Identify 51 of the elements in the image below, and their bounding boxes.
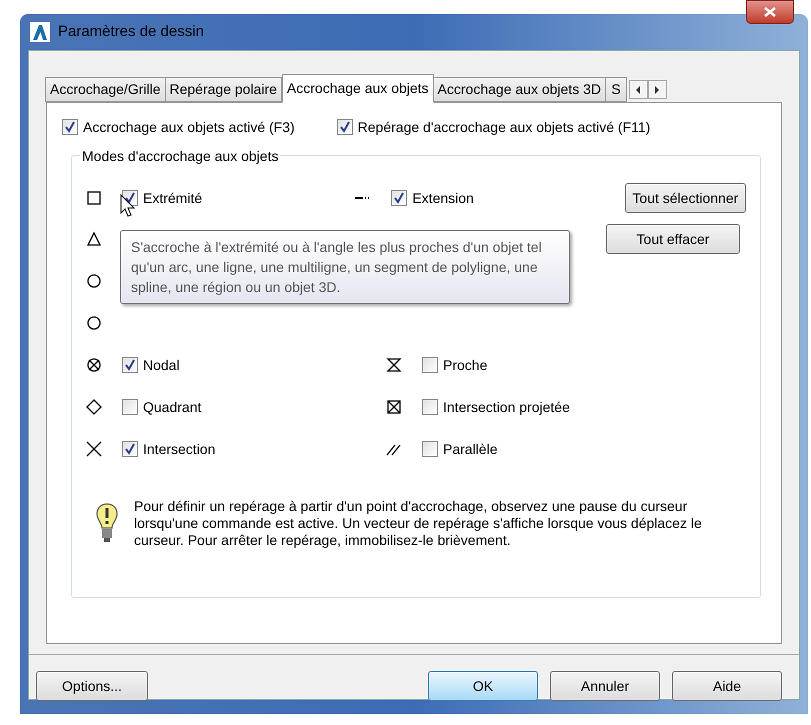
checkbox[interactable]	[336, 119, 353, 135]
checkbox-label: Intersection	[143, 440, 216, 458]
select-button[interactable]: Tout sélectionner	[624, 183, 746, 213]
tab[interactable]: Accrochage/Grille	[45, 77, 166, 102]
close-button[interactable]	[746, 0, 794, 24]
checkbox-label: Repérage d'accrochage aux objets activé (F11)	[358, 118, 650, 137]
tooltip: S'accroche à l'extrémité ou à l'angle les plus proches d'un objet tel qu'un arc, une ligne, une multiligne, un segment de polyligne, une spline, une région ou un objet 3D.	[120, 230, 570, 304]
tab[interactable]: Accrochage aux objets 3D	[432, 77, 606, 102]
tab[interactable]: Accrochage aux objets	[282, 74, 434, 103]
checkbox[interactable]	[391, 190, 408, 206]
node-marker-icon	[86, 357, 102, 373]
info-text: Pour définir un repérage à partir d'un point d'accrochage, observez une pause du curseur lorsqu'une commande est active. Un vecteur de repérage s'affiche lorsque vous déplacez le curseur. Pour arrêter le repérage, immobilisez-le brièvement.	[134, 498, 703, 549]
checkbox[interactable]	[62, 119, 78, 135]
checkbox[interactable]	[422, 357, 438, 373]
checkbox[interactable]	[122, 357, 138, 373]
window-title: Paramètres de dessin	[58, 22, 204, 42]
midpoint-marker-icon	[86, 231, 102, 247]
right-arrow-icon	[655, 86, 660, 94]
checkbox-label: Accrochage aux objets activé (F3)	[83, 118, 295, 137]
center-marker-icon	[86, 273, 102, 289]
extension-marker-icon	[355, 197, 370, 199]
checkbox-label: Proche	[443, 356, 488, 374]
checkbox-label: Extrémité	[143, 188, 202, 208]
tab[interactable]: Repérage polaire	[164, 77, 282, 102]
nearest-marker-icon	[386, 357, 402, 373]
close-icon	[764, 7, 776, 17]
checkbox[interactable]	[122, 441, 138, 457]
intersection-marker-icon	[86, 441, 102, 457]
dialog-button[interactable]: Aide	[672, 671, 782, 701]
apparent-intersection-marker-icon	[386, 399, 402, 415]
checkbox[interactable]	[422, 441, 438, 457]
checkbox-label: Extension	[412, 188, 474, 208]
checkbox[interactable]	[122, 399, 138, 415]
dialog-button[interactable]: Annuler	[550, 671, 660, 701]
checkbox[interactable]	[422, 399, 438, 415]
quadrant-marker-icon	[86, 399, 102, 415]
checkbox-label: Nodal	[143, 356, 180, 374]
center-marker-icon	[86, 315, 102, 331]
scroll-left-button[interactable]	[628, 80, 648, 99]
dialog-button[interactable]: OK	[428, 671, 538, 701]
tab[interactable]: S	[604, 77, 627, 102]
select-button[interactable]: Tout effacer	[606, 224, 740, 254]
checkbox-label: Quadrant	[143, 398, 202, 417]
scroll-right-button[interactable]	[648, 80, 667, 99]
mouse-pointer-icon	[120, 194, 136, 218]
app-logo-icon	[30, 22, 50, 42]
checkbox-label: Parallèle	[443, 440, 498, 458]
left-arrow-icon	[636, 86, 640, 94]
checkbox-label: Intersection projetée	[443, 398, 570, 417]
endpoint-marker-icon	[86, 190, 102, 206]
options-button[interactable]: Options...	[36, 671, 148, 701]
